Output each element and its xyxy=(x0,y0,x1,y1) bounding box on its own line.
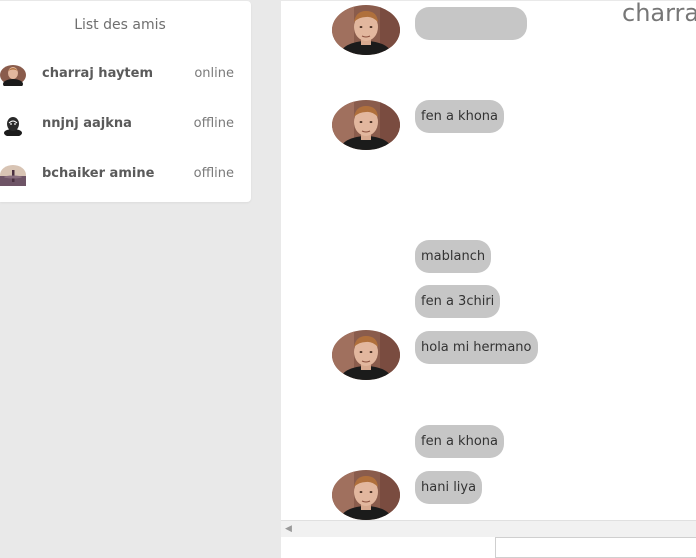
avatar xyxy=(4,117,22,136)
friend-status: online xyxy=(194,66,234,81)
message-bubble: mablanch xyxy=(415,240,492,273)
message-input[interactable] xyxy=(495,537,696,558)
message-bubble: fen a 3chiri xyxy=(415,285,501,318)
avatar xyxy=(332,5,400,55)
friend-name: charraj haytem xyxy=(42,66,153,81)
friends-panel-title: List des amis xyxy=(74,17,166,33)
horizontal-scrollbar[interactable]: ◀ xyxy=(281,520,696,537)
message-bubble: hani liya xyxy=(415,471,483,504)
message-bubble: fen a khona xyxy=(415,100,504,133)
chat-title: charra xyxy=(622,1,696,27)
friend-name: bchaiker amine xyxy=(42,166,155,181)
friend-item-charraj-haytem[interactable]: charraj haytem online xyxy=(0,55,251,95)
message-bubble: hola mi hermano xyxy=(415,331,538,364)
friend-status: offline xyxy=(193,116,234,131)
message-bubble-partial xyxy=(415,7,527,40)
friend-item-bchaiker-amine[interactable]: bchaiker amine offline xyxy=(0,155,251,195)
composer xyxy=(281,537,696,558)
avatar xyxy=(332,470,400,520)
friend-item-nnjnj-aajkna[interactable]: nnjnj aajkna offline xyxy=(0,105,251,145)
friend-name: nnjnj aajkna xyxy=(42,116,132,131)
friend-status: offline xyxy=(193,166,234,181)
scroll-left-arrow-icon[interactable]: ◀ xyxy=(285,524,292,534)
avatar xyxy=(0,65,26,86)
message-bubble: fen a khona xyxy=(415,425,504,458)
friends-panel: List des amis charraj haytem online nnjn… xyxy=(0,1,251,202)
avatar xyxy=(332,330,400,380)
chat-panel[interactable]: charra fen a khona mablanch fen a 3chiri… xyxy=(281,1,696,520)
avatar xyxy=(0,165,26,186)
avatar xyxy=(332,100,400,150)
